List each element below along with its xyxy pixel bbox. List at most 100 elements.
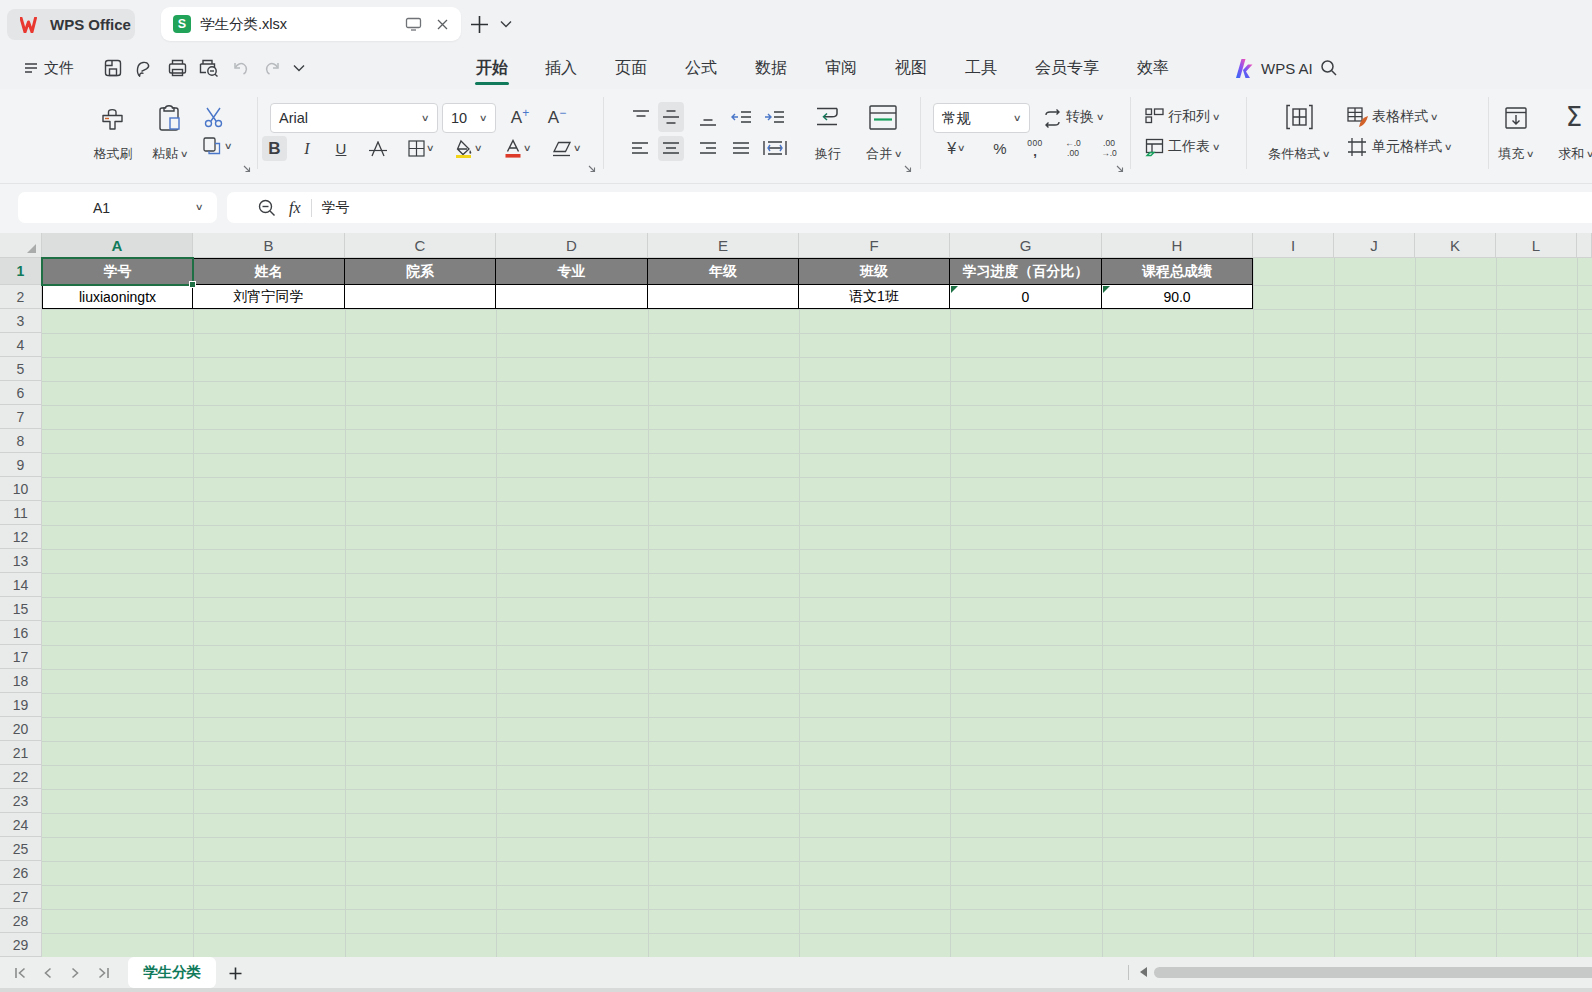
underline-button[interactable]: U [328,136,354,161]
row-header-5[interactable]: 5 [0,357,42,381]
horizontal-scrollbar-thumb[interactable] [1154,967,1592,978]
cell-E2[interactable] [648,285,799,309]
wps-ai-button[interactable]: WPS AI [1233,47,1313,89]
sum-icon[interactable]: Σ [1560,102,1588,132]
row-header-26[interactable]: 26 [0,861,42,885]
rows-columns-icon[interactable] [1144,107,1164,127]
zoom-formula-icon[interactable] [258,199,276,217]
menu-tab-9[interactable]: 会员专享 [1035,47,1099,89]
row-header-7[interactable]: 7 [0,405,42,429]
cell-style-icon[interactable] [1346,137,1368,157]
cell-C1[interactable]: 院系 [345,258,496,285]
sheet-tab-active[interactable]: 学生分类 [128,957,216,988]
column-header-M[interactable] [1577,233,1592,258]
cell-G2[interactable]: 0 [950,285,1102,309]
cell-H2[interactable]: 90.0 [1102,285,1253,309]
monitor-icon[interactable] [405,17,422,31]
column-header-G[interactable]: G [950,233,1102,258]
copy-icon[interactable]: ∨ [201,133,233,159]
column-header-K[interactable]: K [1415,233,1496,258]
print-icon[interactable] [167,47,188,89]
currency-format-button[interactable]: ¥∨ [938,136,974,161]
column-header-E[interactable]: E [648,233,799,258]
search-icon[interactable] [1320,47,1338,89]
row-header-28[interactable]: 28 [0,909,42,933]
new-tab-button[interactable] [468,14,490,34]
table-style-label[interactable]: 表格样式∨ [1372,109,1438,125]
merge-cells-icon[interactable] [866,102,900,132]
prev-sheet-icon[interactable] [43,957,52,988]
row-header-2[interactable]: 2 [0,285,42,309]
name-box[interactable]: A1 ∨ [18,192,217,223]
row-header-29[interactable]: 29 [0,933,42,957]
clipboard-dialog-launcher-icon[interactable] [243,165,251,173]
cell-B1[interactable]: 姓名 [193,258,345,285]
merge-cells-label[interactable]: 合并∨ [856,146,912,162]
scroll-left-icon[interactable] [1140,967,1147,977]
borders-button[interactable]: ∨ [400,136,442,161]
name-box-chevron-icon[interactable]: ∨ [195,203,204,212]
strikethrough-button[interactable] [364,136,392,161]
row-header-23[interactable]: 23 [0,789,42,813]
row-header-9[interactable]: 9 [0,453,42,477]
format-painter-icon[interactable] [97,104,127,134]
align-right-icon[interactable] [696,136,720,161]
cell-C2[interactable] [345,285,496,309]
redo-icon[interactable] [262,47,282,89]
format-painter-label[interactable]: 格式刷 [88,146,138,162]
fill-handle[interactable] [189,281,196,288]
font-name-combobox[interactable]: Arial∨ [270,103,438,133]
font-color-button[interactable]: ∨ [496,136,538,161]
cell-B2[interactable]: 刘宵宁同学 [193,285,345,309]
hamburger-menu-icon[interactable] [24,47,38,89]
row-header-14[interactable]: 14 [0,573,42,597]
fx-icon[interactable]: fx [289,199,301,217]
wrap-text-icon[interactable] [811,102,843,132]
align-center-icon[interactable] [658,136,684,161]
fill-color-button[interactable]: ∨ [447,136,489,161]
conditional-format-icon[interactable] [1284,103,1314,131]
fill-label[interactable]: 填充∨ [1490,146,1542,162]
font-dialog-launcher-icon[interactable] [588,165,596,173]
row-header-12[interactable]: 12 [0,525,42,549]
decrease-decimal-button[interactable]: .00→.0 [1094,136,1124,161]
column-header-C[interactable]: C [345,233,496,258]
first-sheet-icon[interactable] [14,957,27,988]
table-style-icon[interactable] [1346,107,1368,127]
sum-label[interactable]: 求和∨ [1552,146,1592,162]
align-justify-icon[interactable] [729,136,753,161]
row-header-17[interactable]: 17 [0,645,42,669]
menu-tab-4[interactable]: 公式 [685,47,717,89]
paste-icon[interactable] [156,103,184,133]
last-sheet-icon[interactable] [97,957,110,988]
italic-button[interactable]: I [296,136,318,161]
distributed-align-icon[interactable] [760,136,790,161]
row-header-20[interactable]: 20 [0,717,42,741]
number-format-combobox[interactable]: 常规∨ [933,103,1030,133]
increase-decimal-button[interactable]: ←.0.00 [1058,136,1088,161]
export-icon[interactable] [134,47,153,89]
cell-H1[interactable]: 课程总成绩 [1102,258,1253,285]
row-header-13[interactable]: 13 [0,549,42,573]
cell-D2[interactable] [496,285,648,309]
percent-format-button[interactable]: % [986,136,1014,161]
column-header-L[interactable]: L [1496,233,1577,258]
row-header-25[interactable]: 25 [0,837,42,861]
add-sheet-button[interactable] [222,960,248,986]
column-header-J[interactable]: J [1334,233,1415,258]
align-middle-icon[interactable] [658,102,684,132]
document-tab[interactable]: S 学生分类.xlsx [161,7,461,41]
worksheet-icon[interactable] [1144,137,1164,157]
row-header-27[interactable]: 27 [0,885,42,909]
row-header-22[interactable]: 22 [0,765,42,789]
increase-indent-icon[interactable] [762,106,788,130]
row-header-11[interactable]: 11 [0,501,42,525]
row-header-24[interactable]: 24 [0,813,42,837]
cell-F1[interactable]: 班级 [799,258,950,285]
fill-icon[interactable] [1503,105,1529,131]
print-preview-icon[interactable] [198,47,220,89]
row-header-18[interactable]: 18 [0,669,42,693]
menu-tab-1[interactable]: 开始 [476,47,508,89]
undo-icon[interactable] [231,47,251,89]
font-size-combobox[interactable]: 10∨ [442,103,496,133]
